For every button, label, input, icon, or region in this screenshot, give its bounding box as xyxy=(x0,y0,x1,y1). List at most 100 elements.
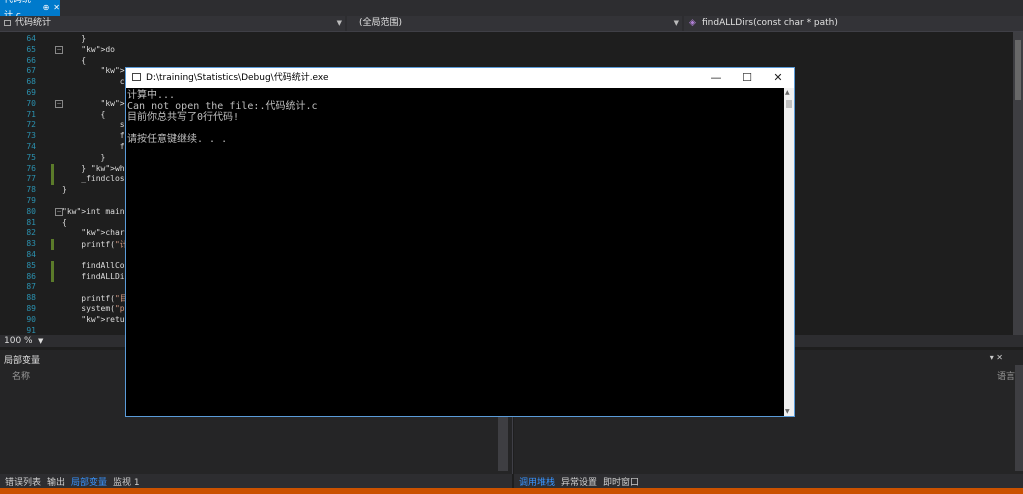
line-number: 89 xyxy=(26,304,36,313)
line-number: 81 xyxy=(26,217,36,227)
console-title: D:\training\Statistics\Debug\代码统计.exe xyxy=(146,73,329,83)
code-line: co xyxy=(62,77,130,87)
bottom-tabs-right: 调用堆栈 异常设置 即时窗口 xyxy=(514,474,1023,488)
console-app-icon xyxy=(132,73,141,81)
change-marker xyxy=(51,163,54,186)
line-number: 72 xyxy=(26,120,36,130)
line-number: 86 xyxy=(26,271,36,281)
line-number: 67 xyxy=(26,66,36,76)
console-line: 目前你总共写了0行代码! xyxy=(127,112,240,123)
line-number: 66 xyxy=(26,55,36,65)
scope-label: (全局范围) xyxy=(359,18,403,28)
console-scrollbar[interactable]: ▲ ▼ xyxy=(784,88,794,416)
fold-toggle-icon[interactable]: − xyxy=(55,99,63,108)
code-line: printf("目 xyxy=(62,294,128,304)
line-number: 84 xyxy=(26,250,36,259)
scrollbar-thumb[interactable] xyxy=(786,100,792,108)
close-icon[interactable]: ✕ xyxy=(53,0,60,16)
code-line: } xyxy=(62,185,67,195)
scroll-up-icon[interactable]: ▲ xyxy=(785,89,790,96)
code-line: } xyxy=(62,152,106,162)
line-number: 69 xyxy=(26,88,36,97)
function-label: findALLDirs(const char * path) xyxy=(702,18,838,28)
tab-document[interactable]: 代码统计.c ⊕ ✕ xyxy=(0,0,60,21)
line-number: 64 xyxy=(26,34,36,43)
document-tab-strip: 代码统计.c ⊕ ✕ xyxy=(0,0,1023,21)
console-line: 请按任意键继续. . . xyxy=(127,134,228,145)
line-number: 75 xyxy=(26,152,36,162)
maximize-button[interactable]: ☐ xyxy=(732,68,762,88)
editor-vertical-scrollbar[interactable] xyxy=(1013,32,1023,335)
bottom-tab[interactable]: 异常设置 xyxy=(561,475,597,488)
line-number: 74 xyxy=(26,142,36,151)
bottom-tab[interactable]: 输出 xyxy=(47,475,65,488)
console-line: Can not open the file:.代码统计.c xyxy=(127,101,318,112)
chevron-down-icon[interactable]: ▼ xyxy=(38,335,43,347)
line-number: 88 xyxy=(26,293,36,303)
line-number: 73 xyxy=(26,131,36,141)
navigation-bar: 代码统计 ▼ (全局范围) ▼ ◈ findALLDirs(const char… xyxy=(0,16,1023,32)
change-marker xyxy=(51,239,54,250)
fold-toggle-icon[interactable]: − xyxy=(55,45,63,54)
line-number: 80 xyxy=(26,206,36,216)
panel-scrollbar[interactable] xyxy=(1015,365,1023,471)
code-line: fi xyxy=(62,142,130,151)
code-line: sp xyxy=(62,120,130,130)
status-bar xyxy=(0,488,1023,494)
panel-title: 局部变量 xyxy=(4,356,41,366)
bottom-tab[interactable]: 监视 1 xyxy=(113,475,140,488)
project-icon xyxy=(4,20,11,26)
code-line: findALLDir xyxy=(62,271,130,281)
panel-scrollbar[interactable] xyxy=(498,415,508,471)
code-line: { xyxy=(62,109,106,119)
line-number: 78 xyxy=(26,185,36,195)
console-titlebar[interactable]: D:\training\Statistics\Debug\代码统计.exe — … xyxy=(126,68,794,88)
code-line: findAllCod xyxy=(62,260,130,270)
line-number: 91 xyxy=(26,325,36,335)
bottom-tabs-left: 错误列表 输出 局部变量 监视 1 xyxy=(0,474,512,488)
zoom-level[interactable]: 100 % xyxy=(4,335,33,347)
line-number: 71 xyxy=(26,109,36,119)
line-number: 65 xyxy=(26,44,36,54)
bottom-tab[interactable]: 即时窗口 xyxy=(603,475,639,488)
function-icon: ◈ xyxy=(689,18,696,28)
code-line: { xyxy=(62,55,87,65)
code-line: } xyxy=(62,34,87,43)
scope-dropdown[interactable]: (全局范围) ▼ xyxy=(347,16,682,31)
fold-toggle-icon[interactable]: − xyxy=(55,207,63,216)
code-line: system("pa xyxy=(62,304,130,313)
code-line: "kw">int main() xyxy=(62,206,135,216)
line-number: 87 xyxy=(26,282,36,292)
bottom-tab[interactable]: 错误列表 xyxy=(5,475,41,488)
line-number: 77 xyxy=(26,174,36,184)
console-window[interactable]: D:\training\Statistics\Debug\代码统计.exe — … xyxy=(125,67,795,417)
project-dropdown[interactable]: 代码统计 ▼ xyxy=(0,16,345,31)
line-number: 90 xyxy=(26,314,36,324)
bottom-tab[interactable]: 调用堆栈 xyxy=(519,475,555,488)
console-output[interactable]: 计算中... Can not open the file:.代码统计.c 目前你总共… xyxy=(126,88,784,416)
code-line: "kw">do xyxy=(81,44,115,54)
minimize-button[interactable]: — xyxy=(701,68,731,88)
console-line: 计算中... xyxy=(127,90,176,101)
code-line: { xyxy=(62,217,67,227)
column-header-language[interactable]: 语言 xyxy=(997,369,1015,382)
code-line: printf("计 xyxy=(62,240,128,250)
line-number: 70 xyxy=(26,98,36,108)
line-number: 83 xyxy=(26,239,36,249)
scroll-down-icon[interactable]: ▼ xyxy=(785,408,790,415)
project-label: 代码统计 xyxy=(15,18,52,28)
line-number: 76 xyxy=(26,163,36,173)
scrollbar-thumb[interactable] xyxy=(1015,40,1021,100)
pin-icon[interactable]: ⊕ xyxy=(43,0,50,16)
close-window-button[interactable]: ✕ xyxy=(763,68,793,88)
change-marker xyxy=(51,260,54,283)
column-header-name[interactable]: 名称 xyxy=(12,369,30,382)
bottom-tab[interactable]: 局部变量 xyxy=(71,475,107,488)
function-dropdown[interactable]: ◈ findALLDirs(const char * path) xyxy=(684,16,1023,31)
code-line: _findclose xyxy=(62,174,130,184)
panel-dropdown-icon[interactable]: ▾ ✕ xyxy=(990,353,1003,362)
chevron-down-icon: ▼ xyxy=(336,19,342,27)
line-number: 85 xyxy=(26,260,36,270)
chevron-down-icon: ▼ xyxy=(673,19,679,27)
